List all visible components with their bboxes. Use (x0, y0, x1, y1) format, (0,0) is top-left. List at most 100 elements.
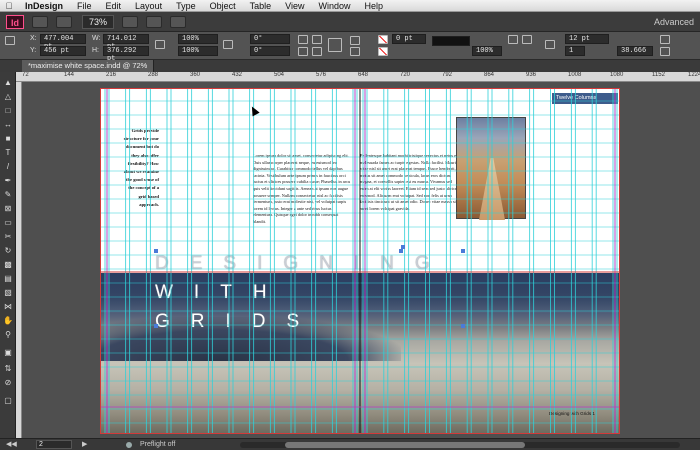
selection-handle[interactable] (461, 249, 465, 253)
swap-fill-stroke-icon[interactable]: ⇅ (3, 364, 13, 374)
selection-tool-icon[interactable]: ▲ (3, 78, 13, 88)
content-collector-icon[interactable]: ■ (3, 134, 13, 144)
w-label: W: (92, 35, 101, 42)
apply-none-icon[interactable]: ⊘ (3, 378, 13, 388)
page-number-field[interactable]: 2 (36, 440, 72, 449)
application-bar: Id 73% Advanced (0, 12, 700, 32)
first-page-icon[interactable]: ◀◀ (6, 439, 17, 450)
selection-handle[interactable] (399, 249, 403, 253)
panel-menu-icon[interactable] (660, 47, 670, 56)
ruler-tick: 288 (148, 72, 159, 78)
ruler-tick: 936 (526, 72, 537, 78)
page-tool-icon[interactable]: □ (3, 106, 13, 116)
menu-edit[interactable]: Edit (99, 1, 129, 11)
direct-selection-tool-icon[interactable]: △ (3, 92, 13, 102)
width-field[interactable]: 714.012 pt (103, 34, 149, 51)
column-count-field[interactable]: 1 (565, 46, 585, 56)
x-label: X: (30, 35, 37, 42)
menu-layout[interactable]: Layout (128, 1, 169, 11)
stroke-weight-field[interactable]: 0 pt (392, 34, 426, 44)
selection-handle[interactable] (401, 245, 405, 249)
menu-type[interactable]: Type (169, 1, 203, 11)
free-transform-tool-icon[interactable]: ↻ (3, 246, 13, 256)
workspace-switcher[interactable]: Advanced (654, 17, 694, 27)
constrain-proportions-icon[interactable] (155, 40, 165, 49)
screen-mode-icon[interactable]: ▢ (3, 396, 13, 406)
gradient-feather-tool-icon[interactable]: ▤ (3, 274, 13, 284)
rectangle-tool-icon[interactable]: ▭ (3, 218, 13, 228)
fill-swatch[interactable] (378, 35, 388, 44)
menu-table[interactable]: Table (243, 1, 279, 11)
flip-vertical-icon[interactable] (312, 47, 322, 56)
preflight-label[interactable]: Preflight off (140, 439, 175, 450)
menu-file[interactable]: File (70, 1, 99, 11)
line-tool-icon[interactable]: / (3, 162, 13, 172)
horizontal-ruler[interactable]: 72 144 216 288 360 432 504 576 648 720 7… (16, 72, 700, 82)
menu-object[interactable]: Object (203, 1, 243, 11)
h-label: H: (92, 47, 99, 54)
effects-icon[interactable] (522, 35, 532, 44)
fill-stroke-swatches-icon[interactable]: ▣ (3, 348, 13, 358)
auto-fit-icon[interactable] (660, 35, 670, 44)
paragraph-icon[interactable] (328, 38, 342, 52)
note-tool-icon[interactable]: ▧ (3, 288, 13, 298)
preflight-status-icon (126, 442, 132, 448)
eyedropper-tool-icon[interactable]: ⋈ (3, 302, 13, 312)
select-container-icon[interactable] (350, 36, 360, 45)
rotate-90-ccw-icon[interactable] (298, 47, 308, 56)
stroke-swatch[interactable] (378, 47, 388, 56)
zoom-level-select[interactable]: 73% (82, 14, 115, 29)
reference-point-icon[interactable] (5, 36, 15, 45)
x-position-field[interactable]: 477.004 pt (40, 34, 86, 51)
stroke-type-select[interactable] (432, 36, 470, 46)
tab-document[interactable]: *maximise white space.indd @ 72% (22, 60, 155, 72)
type-tool-icon[interactable]: T (3, 148, 13, 158)
next-page-icon[interactable]: ▶ (82, 439, 87, 450)
selection-handle[interactable] (154, 324, 158, 328)
flip-horizontal-icon[interactable] (312, 35, 322, 44)
opacity-field[interactable]: 100% (472, 46, 502, 56)
view-options-button[interactable] (122, 15, 139, 28)
apple-icon[interactable]:  (0, 1, 18, 11)
zoom-tool-icon[interactable]: ⚲ (3, 330, 13, 340)
drop-shadow-icon[interactable] (508, 35, 518, 44)
ruler-tick: 1080 (610, 72, 624, 78)
scale-y-field[interactable]: 100% (178, 46, 218, 56)
pencil-tool-icon[interactable]: ✎ (3, 190, 13, 200)
scrollbar-thumb[interactable] (285, 442, 525, 448)
ruler-tick: 72 (22, 72, 29, 78)
link-scale-icon[interactable] (223, 40, 233, 49)
y-position-field[interactable]: 456 pt (40, 46, 86, 56)
document-spread[interactable]: Grids provide structure for your documen… (100, 88, 620, 434)
column-width-field[interactable]: 12 pt (565, 34, 609, 44)
gutter-field[interactable]: 38.666 (617, 46, 653, 56)
status-bar: ◀◀ 2 ▶ Preflight off (0, 438, 700, 450)
scissors-tool-icon[interactable]: ✂ (3, 232, 13, 242)
document-tab-bar: *maximise white space.indd @ 72% (0, 60, 700, 72)
menu-view[interactable]: View (278, 1, 311, 11)
menu-window[interactable]: Window (311, 1, 357, 11)
scale-x-field[interactable]: 100% (178, 34, 218, 44)
selection-handle[interactable] (461, 324, 465, 328)
rotate-90-cw-icon[interactable] (298, 35, 308, 44)
arrange-documents-button[interactable] (170, 15, 187, 28)
gradient-tool-icon[interactable]: ▩ (3, 260, 13, 270)
shear-angle-field[interactable]: 0° (250, 46, 290, 56)
screen-mode-button[interactable] (146, 15, 163, 28)
height-field[interactable]: 376.292 pt (103, 46, 149, 63)
rectangle-frame-tool-icon[interactable]: ⊠ (3, 204, 13, 214)
rotation-angle-field[interactable]: 0° (250, 34, 290, 44)
selection-handle[interactable] (154, 249, 158, 253)
hand-tool-icon[interactable]: ✋ (3, 316, 13, 326)
text-wrap-icon[interactable] (545, 40, 555, 49)
ruler-tick: 720 (400, 72, 411, 78)
select-content-icon[interactable] (350, 47, 360, 56)
menu-indesign[interactable]: InDesign (18, 1, 70, 11)
menu-help[interactable]: Help (358, 1, 391, 11)
gap-tool-icon[interactable]: ↔ (3, 120, 13, 130)
minibridge-button[interactable] (56, 15, 72, 28)
menubar:  InDesign File Edit Layout Type Object … (0, 0, 700, 12)
pen-tool-icon[interactable]: ✒ (3, 176, 13, 186)
bridge-button[interactable] (32, 15, 48, 28)
column-guides-overlay (101, 89, 619, 433)
